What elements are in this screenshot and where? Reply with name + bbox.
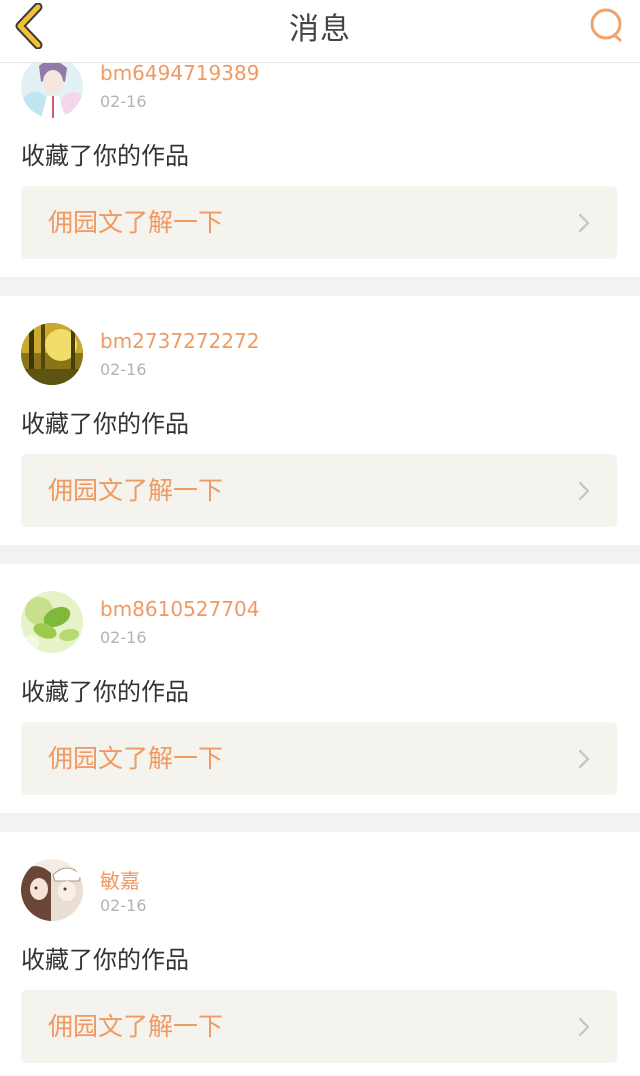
chevron-right-icon xyxy=(578,749,590,769)
message-date: 02-16 xyxy=(100,628,147,647)
message-text: 收藏了你的作品 xyxy=(21,946,189,974)
message-date: 02-16 xyxy=(100,92,147,111)
message-text: 收藏了你的作品 xyxy=(21,678,189,706)
chevron-right-icon xyxy=(578,1017,590,1037)
avatar[interactable] xyxy=(21,859,83,921)
promo-link[interactable]: 佣园文了解一下 xyxy=(21,990,617,1063)
message-date: 02-16 xyxy=(100,360,147,379)
avatar[interactable] xyxy=(21,323,83,385)
username[interactable]: 敏嘉 xyxy=(100,865,140,894)
avatar[interactable] xyxy=(21,56,83,118)
top-bar: 消息 xyxy=(0,0,640,63)
message-text: 收藏了你的作品 xyxy=(21,142,189,170)
promo-label: 佣园文了解一下 xyxy=(48,476,224,505)
promo-label: 佣园文了解一下 xyxy=(48,744,224,773)
page-title: 消息 xyxy=(289,12,351,47)
anime-boy-avatar xyxy=(21,56,83,118)
message-date: 02-16 xyxy=(100,896,147,915)
chevron-right-icon xyxy=(578,213,590,233)
anime-couple-avatar xyxy=(21,859,83,921)
forest-sunlight-avatar xyxy=(21,323,83,385)
message-text: 收藏了你的作品 xyxy=(21,410,189,438)
avatar[interactable] xyxy=(21,591,83,653)
username[interactable]: bm2737272272 xyxy=(100,329,259,353)
message-card: 敏嘉 02-16 收藏了你的作品 佣园文了解一下 xyxy=(0,832,640,1076)
search-icon xyxy=(590,8,622,42)
username[interactable]: bm6494719389 xyxy=(100,61,259,85)
message-card: bm8610527704 02-16 收藏了你的作品 佣园文了解一下 xyxy=(0,564,640,813)
search-button[interactable] xyxy=(584,2,630,48)
chevron-right-icon xyxy=(578,481,590,501)
promo-link[interactable]: 佣园文了解一下 xyxy=(21,454,617,527)
promo-link[interactable]: 佣园文了解一下 xyxy=(21,722,617,795)
promo-label: 佣园文了解一下 xyxy=(48,1012,224,1041)
promo-link[interactable]: 佣园文了解一下 xyxy=(21,186,617,259)
green-leaves-avatar xyxy=(21,591,83,653)
message-card: bm2737272272 02-16 收藏了你的作品 佣园文了解一下 xyxy=(0,296,640,545)
promo-label: 佣园文了解一下 xyxy=(48,208,224,237)
username[interactable]: bm8610527704 xyxy=(100,597,259,621)
message-card: bm6494719389 02-16 收藏了你的作品 佣园文了解一下 xyxy=(0,40,640,277)
